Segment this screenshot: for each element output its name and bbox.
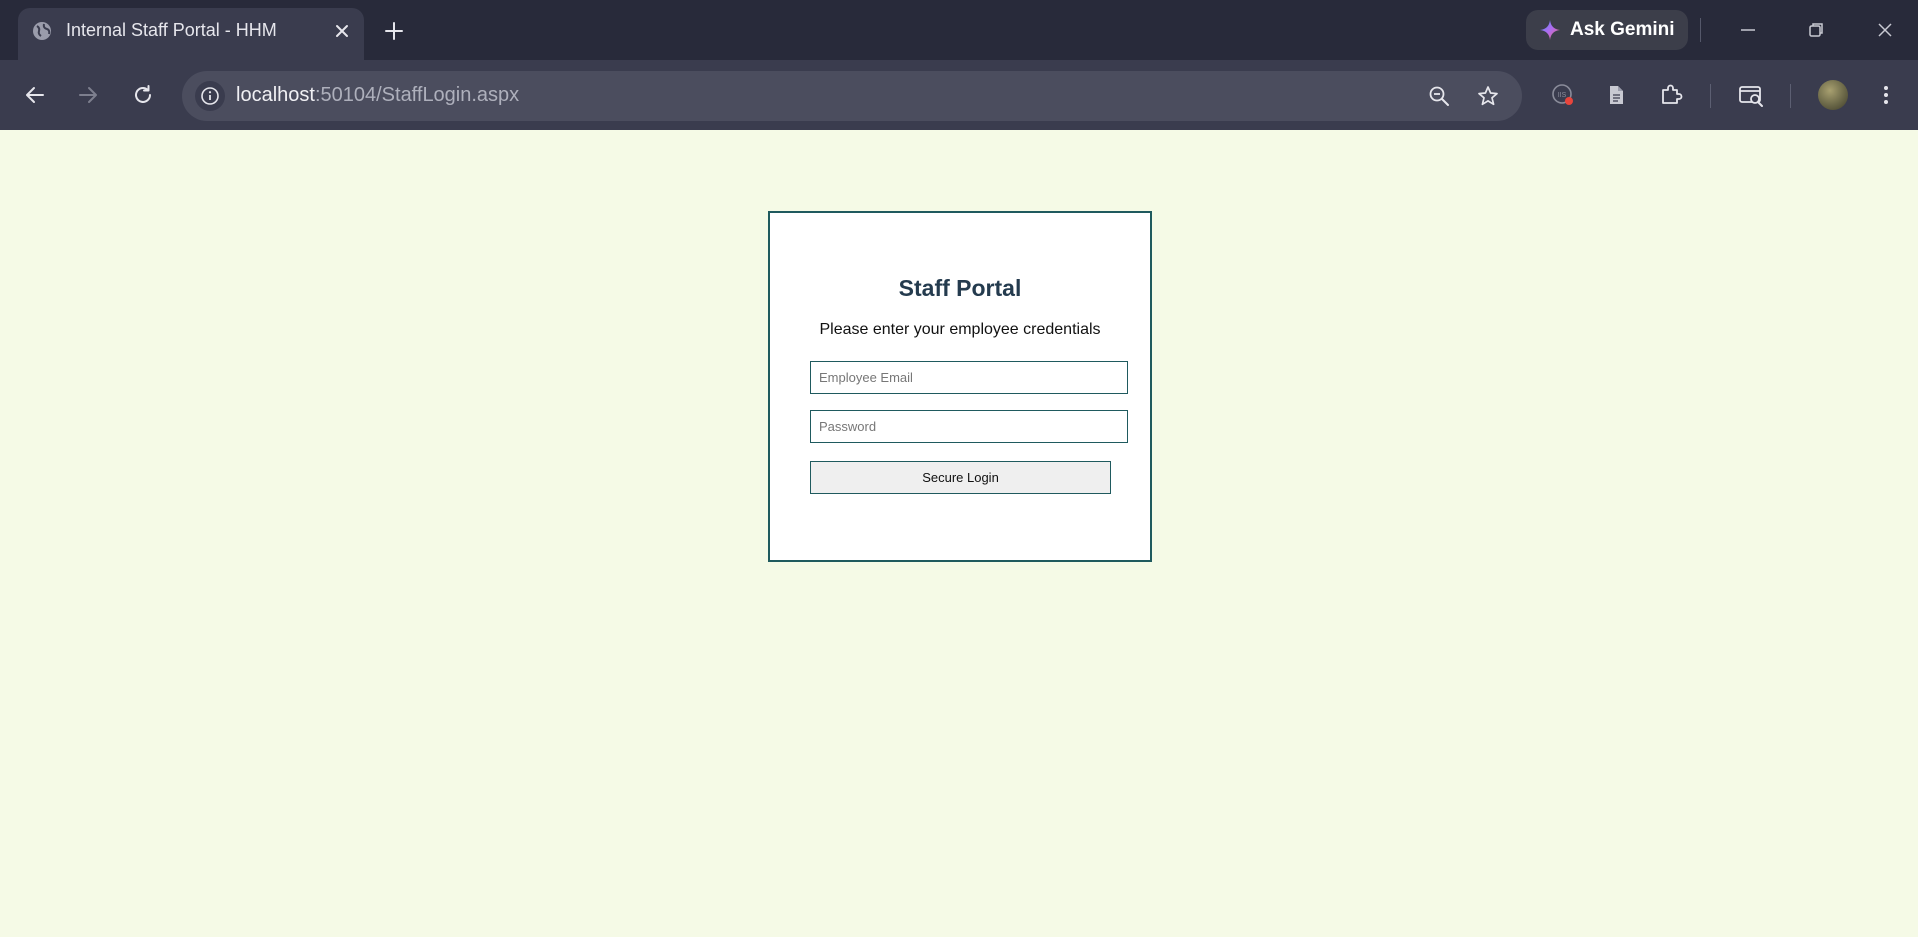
ask-gemini-label: Ask Gemini	[1570, 19, 1675, 40]
url-text[interactable]: localhost:50104/StaffLogin.aspx	[236, 84, 519, 107]
page-viewport: Staff Portal Please enter your employee …	[0, 130, 1918, 937]
page-title: Staff Portal	[898, 275, 1022, 301]
divider	[1700, 18, 1701, 42]
gemini-sparkle-icon	[1539, 19, 1561, 41]
minimize-icon[interactable]	[1734, 16, 1762, 44]
divider	[1710, 84, 1711, 108]
new-tab-plus-icon[interactable]	[380, 17, 408, 45]
address-bar[interactable]: localhost:50104/StaffLogin.aspx	[182, 71, 1522, 121]
divider	[1790, 84, 1791, 108]
login-card: Staff Portal Please enter your employee …	[768, 211, 1152, 562]
profile-avatar[interactable]	[1818, 80, 1848, 110]
tab-search-icon[interactable]	[1733, 77, 1769, 113]
tab-title: Internal Staff Portal - HHM	[66, 20, 277, 40]
ask-gemini-button[interactable]: Ask Gemini	[1526, 10, 1688, 50]
forward-arrow-icon[interactable]	[70, 77, 106, 113]
secure-login-button[interactable]: Secure Login	[810, 461, 1111, 494]
more-menu-icon[interactable]	[1868, 77, 1904, 113]
url-path: :50104/StaffLogin.aspx	[314, 84, 520, 106]
password-input[interactable]	[810, 410, 1128, 443]
bookmark-star-icon[interactable]	[1474, 82, 1502, 110]
globe-icon	[31, 20, 53, 42]
restore-window-icon[interactable]	[1802, 16, 1830, 44]
tab-close-icon[interactable]	[330, 19, 354, 43]
site-info-icon[interactable]	[195, 81, 225, 111]
document-icon[interactable]	[1598, 77, 1634, 113]
close-window-icon[interactable]	[1871, 16, 1899, 44]
extension-badge-icon[interactable]: IIS	[1545, 77, 1581, 113]
zoom-out-icon[interactable]	[1425, 82, 1453, 110]
url-host: localhost	[236, 84, 315, 106]
login-subtitle: Please enter your employee credentials	[819, 321, 1101, 338]
employee-email-input[interactable]	[810, 361, 1128, 394]
browser-tab-active[interactable]: Internal Staff Portal - HHM	[18, 8, 364, 60]
browser-toolbar: localhost:50104/StaffLogin.aspx IIS	[0, 60, 1918, 130]
back-arrow-icon[interactable]	[17, 77, 53, 113]
svg-text:IIS: IIS	[1558, 92, 1567, 99]
reload-icon[interactable]	[125, 77, 161, 113]
browser-tab-strip: Internal Staff Portal - HHM Ask Gemini	[0, 0, 1918, 60]
extensions-puzzle-icon[interactable]	[1653, 77, 1689, 113]
